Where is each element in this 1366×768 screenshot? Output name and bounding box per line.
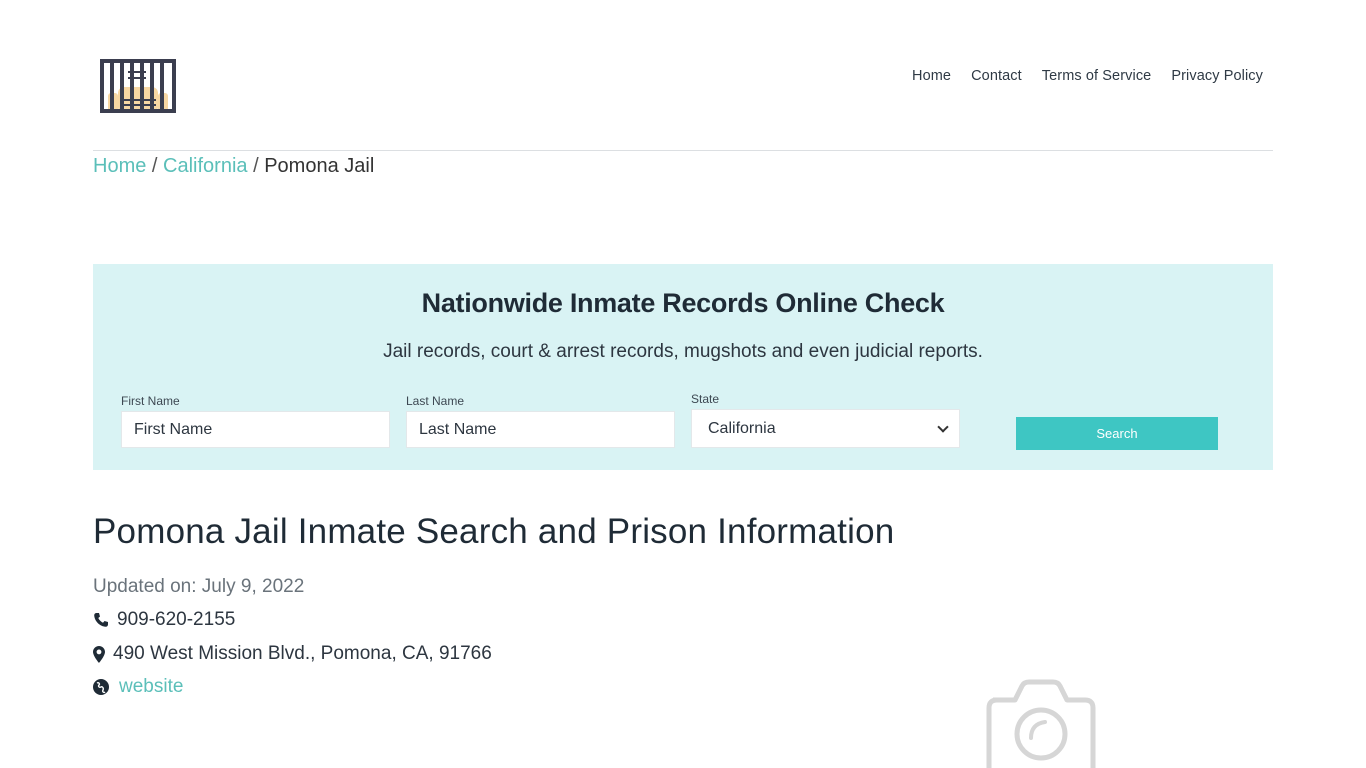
map-marker-icon [93, 645, 105, 663]
nav-contact[interactable]: Contact [971, 68, 1022, 84]
updated-text: Updated on: July 9, 2022 [93, 576, 305, 597]
main-nav: Home Contact Terms of Service Privacy Po… [912, 68, 1263, 84]
breadcrumb-separator: / [253, 155, 265, 177]
state-select[interactable]: California [691, 409, 960, 448]
state-label: State [691, 392, 720, 406]
last-name-input[interactable] [406, 411, 675, 448]
state-group: State California [691, 392, 960, 448]
breadcrumb-separator: / [151, 155, 164, 177]
breadcrumb-home[interactable]: Home [93, 155, 146, 177]
last-name-label: Last Name [406, 394, 465, 408]
phone-icon [93, 612, 109, 628]
camera-icon [986, 679, 1096, 768]
search-button[interactable]: Search [1016, 417, 1218, 450]
phone-number: 909-620-2155 [117, 609, 236, 630]
first-name-input[interactable] [121, 411, 390, 448]
state-selected-value: California [708, 419, 776, 437]
website-link[interactable]: website [119, 676, 183, 698]
search-panel-title: Nationwide Inmate Records Online Check [421, 288, 945, 318]
site-logo[interactable] [98, 57, 178, 115]
last-name-group: Last Name [406, 394, 675, 448]
page-title: Pomona Jail Inmate Search and Prison Inf… [93, 512, 895, 551]
breadcrumb: Home / California / Pomona Jail [93, 155, 374, 178]
website-row: website [93, 676, 183, 698]
globe-icon [93, 679, 109, 695]
address-row: 490 West Mission Blvd., Pomona, CA, 9176… [93, 643, 492, 665]
chevron-down-icon [937, 420, 949, 433]
address-text: 490 West Mission Blvd., Pomona, CA, 9176… [113, 643, 492, 664]
first-name-label: First Name [121, 394, 180, 408]
nav-privacy-policy[interactable]: Privacy Policy [1171, 68, 1263, 84]
jail-cell-icon [100, 59, 176, 113]
first-name-group: First Name [121, 394, 390, 448]
breadcrumb-california[interactable]: California [163, 155, 247, 177]
breadcrumb-current: Pomona Jail [264, 155, 375, 177]
phone-row: 909-620-2155 [93, 609, 235, 631]
image-placeholder [985, 678, 1097, 768]
nav-terms-of-service[interactable]: Terms of Service [1042, 68, 1152, 84]
updated-date: Updated on: July 9, 2022 [93, 576, 304, 598]
search-panel-subtitle: Jail records, court & arrest records, mu… [383, 341, 983, 362]
site-header: Home Contact Terms of Service Privacy Po… [93, 0, 1273, 151]
nav-home[interactable]: Home [912, 68, 951, 84]
search-panel: Nationwide Inmate Records Online Check J… [93, 264, 1273, 470]
